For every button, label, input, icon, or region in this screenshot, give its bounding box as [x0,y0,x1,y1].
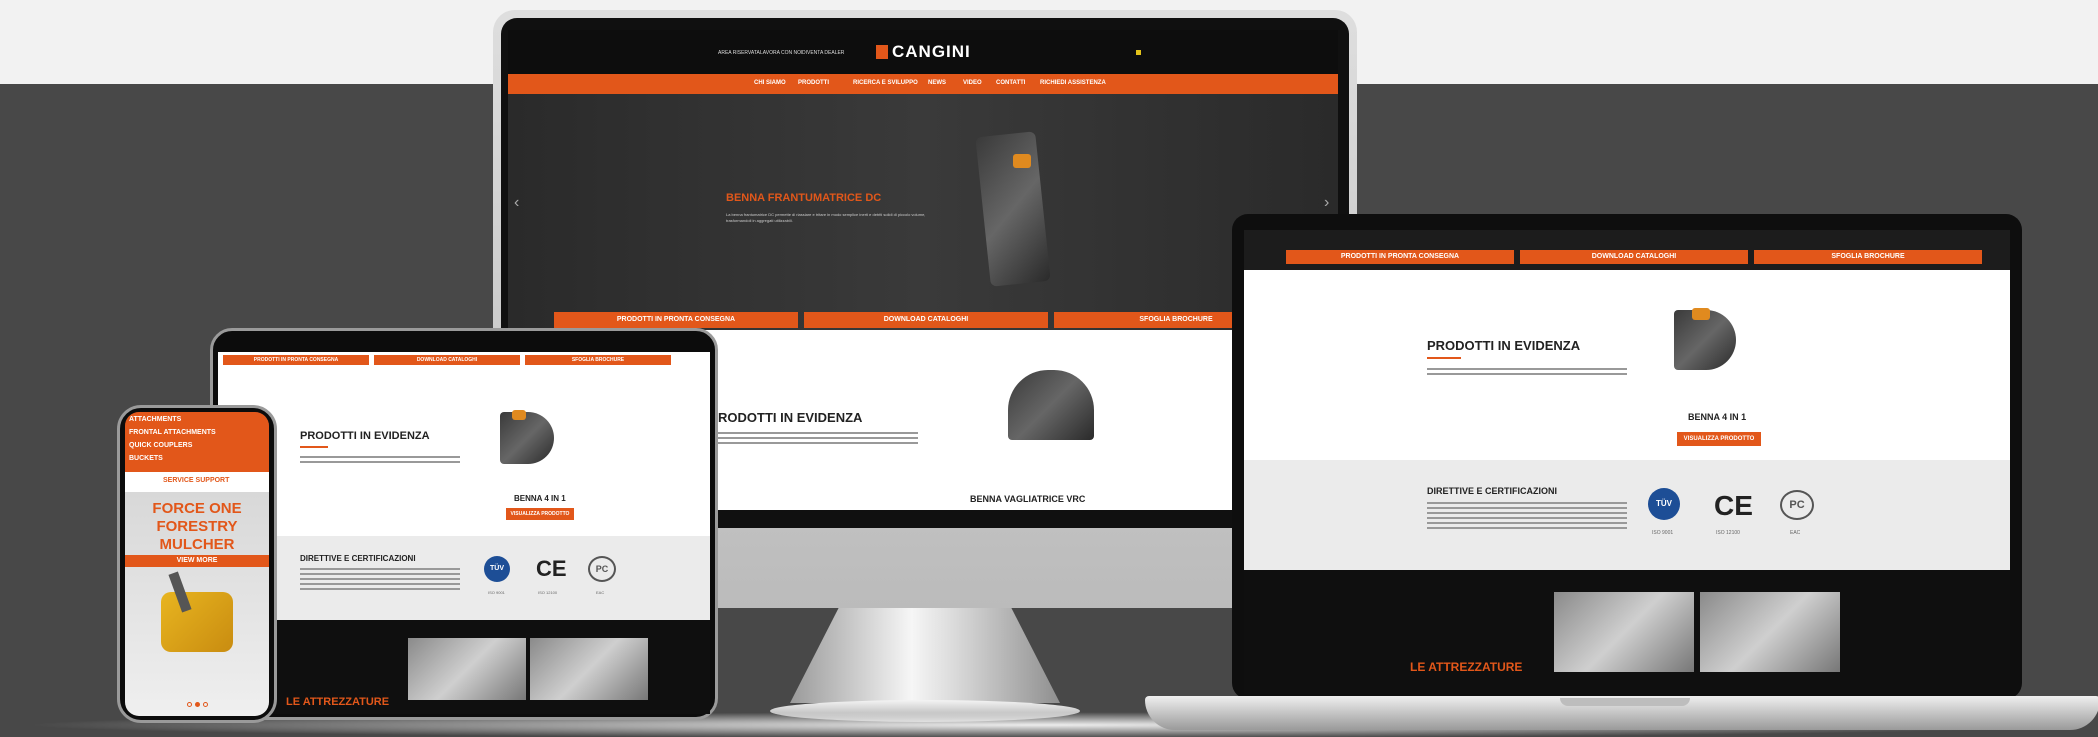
promo-line: FORESTRY [156,518,238,535]
service-support-link[interactable]: SERVICE SUPPORT [163,477,229,484]
slider-next-icon[interactable]: › [1324,194,1329,212]
phone-menu: ATTACHMENTS FRONTAL ATTACHMENTS QUICK CO… [125,412,269,472]
laptop-screen: PRODOTTI IN PRONTA CONSEGNA DOWNLOAD CAT… [1244,230,2010,694]
cert-caption: ISO 12100 [1716,530,1740,536]
menu-item[interactable]: BUCKETS [129,455,163,462]
cert-caption: ISO 9001 [488,590,505,595]
cert-caption: ISO 12100 [538,590,558,595]
hero-text: La benna frantumatrice DC permette di ri… [726,212,926,223]
carousel-dot[interactable] [187,702,192,707]
menu-item[interactable]: FRONTAL ATTACHMENTS [129,429,216,436]
browse-brochure-button[interactable]: SFOGLIA BROCHURE [1754,250,1982,264]
featured-text [300,456,460,465]
top-link[interactable]: DIVENTA DEALER [802,50,844,56]
cert-title: DIRETTIVE E CERTIFICAZIONI [300,554,416,563]
carousel-dot-active[interactable] [195,702,200,707]
view-product-button[interactable]: VISUALIZZA PRODOTTO [1677,432,1761,446]
product-name: BENNA 4 IN 1 [1688,412,1747,422]
laptop-notch [1560,698,1690,706]
ready-products-button[interactable]: PRODOTTI IN PRONTA CONSEGNA [1286,250,1514,264]
download-catalogs-button[interactable]: DOWNLOAD CATALOGHI [804,312,1048,328]
featured-product-image [1008,370,1094,440]
slider-prev-icon[interactable]: ‹ [514,194,519,212]
cert-title: DIRETTIVE E CERTIFICAZIONI [1427,486,1558,496]
site-logo[interactable]: CANGINI [892,42,971,62]
ready-products-button[interactable]: PRODOTTI IN PRONTA CONSEGNA [223,355,369,365]
nav-item[interactable]: NEWS [928,80,946,86]
product-name: BENNA 4 IN 1 [514,494,566,503]
hero-product-detail [1013,154,1031,168]
top-link[interactable]: AREA RISERVATA [718,50,760,56]
featured-text [1427,368,1627,378]
title-underline [1427,357,1461,359]
featured-product-image [500,412,554,464]
carousel-dot[interactable] [203,702,208,707]
view-more-button[interactable]: VIEW MORE [125,555,269,567]
title-underline [300,446,328,448]
download-catalogs-button[interactable]: DOWNLOAD CATALOGHI [374,355,520,365]
promo-banner: FORCE ONE FORESTRY MULCHER VIEW MORE [125,492,269,716]
equipment-section: LE ATTREZZATURE [1244,570,2010,694]
featured-text [718,432,918,444]
featured-title: RODOTTI IN EVIDENZA [718,410,863,425]
product-attachment-detail [512,410,526,420]
menu-item[interactable]: ATTACHMENTS [129,416,181,423]
cert-text [300,568,460,592]
product-attachment-detail [1692,308,1710,320]
eac-cert-icon: PC [588,556,616,582]
cert-caption: ISO 9001 [1652,530,1674,536]
nav-item[interactable]: RICERCA E SVILUPPO [853,80,918,86]
view-product-button[interactable]: VISUALIZZA PRODOTTO [506,508,574,520]
featured-product-name[interactable]: BENNA VAGLIATRICE VRC [970,494,1085,504]
equipment-photo[interactable] [530,638,648,700]
certifications-section: DIRETTIVE E CERTIFICAZIONI TÜV ISO 9001 … [1244,460,2010,570]
site-header: AREA RISERVATA LAVORA CON NOI DIVENTA DE… [508,30,1338,74]
ready-products-button[interactable]: PRODOTTI IN PRONTA CONSEGNA [554,312,798,328]
promo-line: FORCE ONE [152,500,242,517]
service-support-bar[interactable]: SERVICE SUPPORT [125,472,269,492]
tuv-cert-icon: TÜV [1648,488,1680,520]
language-flag-icon[interactable] [1136,50,1141,55]
tuv-cert-icon: TÜV [484,556,510,582]
section-title: LE ATTREZZATURE [286,696,390,708]
hero-title: BENNA FRANTUMATRICE DC [726,192,882,204]
monitor-stand [790,608,1060,703]
promo-line: MULCHER [159,536,235,553]
nav-item[interactable]: PRODOTTI [798,80,829,86]
mulcher-image [161,592,233,652]
equipment-photo[interactable] [1554,592,1694,672]
nav-item[interactable]: CHI SIAMO [754,80,786,86]
nav-item[interactable]: RICHIEDI ASSISTENZA [1040,80,1106,86]
equipment-photo[interactable] [1700,592,1840,672]
featured-title: PRODOTTI IN EVIDENZA [300,430,430,442]
eac-cert-icon: PC [1780,490,1814,520]
logo-mark-icon [876,45,888,59]
menu-item[interactable]: QUICK COUPLERS [129,442,192,449]
browse-brochure-button[interactable]: SFOGLIA BROCHURE [525,355,671,365]
cert-caption: EAC [1790,530,1801,536]
section-title: LE ATTREZZATURE [1410,660,1523,674]
phone-screen: ATTACHMENTS FRONTAL ATTACHMENTS QUICK CO… [125,412,269,716]
equipment-section: LE ATTREZZATURE [218,620,710,714]
top-link[interactable]: LAVORA CON NOI [760,50,802,56]
hero-slider: ‹ › BENNA FRANTUMATRICE DC La benna fran… [508,94,1338,334]
equipment-photo[interactable] [408,638,526,700]
download-catalogs-button[interactable]: DOWNLOAD CATALOGHI [1520,250,1748,264]
cert-caption: EAC [596,590,605,595]
ce-mark-icon: CE [536,556,567,581]
nav-item[interactable]: VIDEO [963,80,982,86]
main-nav: CHI SIAMO PRODOTTI RICERCA E SVILUPPO NE… [508,74,1338,94]
ce-mark-icon: CE [1714,490,1753,521]
certifications-section: DIRETTIVE E CERTIFICAZIONI TÜV ISO 9001 … [218,536,710,620]
cert-text [1427,502,1627,532]
featured-title: PRODOTTI IN EVIDENZA [1427,338,1581,353]
tablet-screen: PRODOTTI IN PRONTA CONSEGNA DOWNLOAD CAT… [218,352,710,714]
nav-item[interactable]: CONTATTI [996,80,1025,86]
